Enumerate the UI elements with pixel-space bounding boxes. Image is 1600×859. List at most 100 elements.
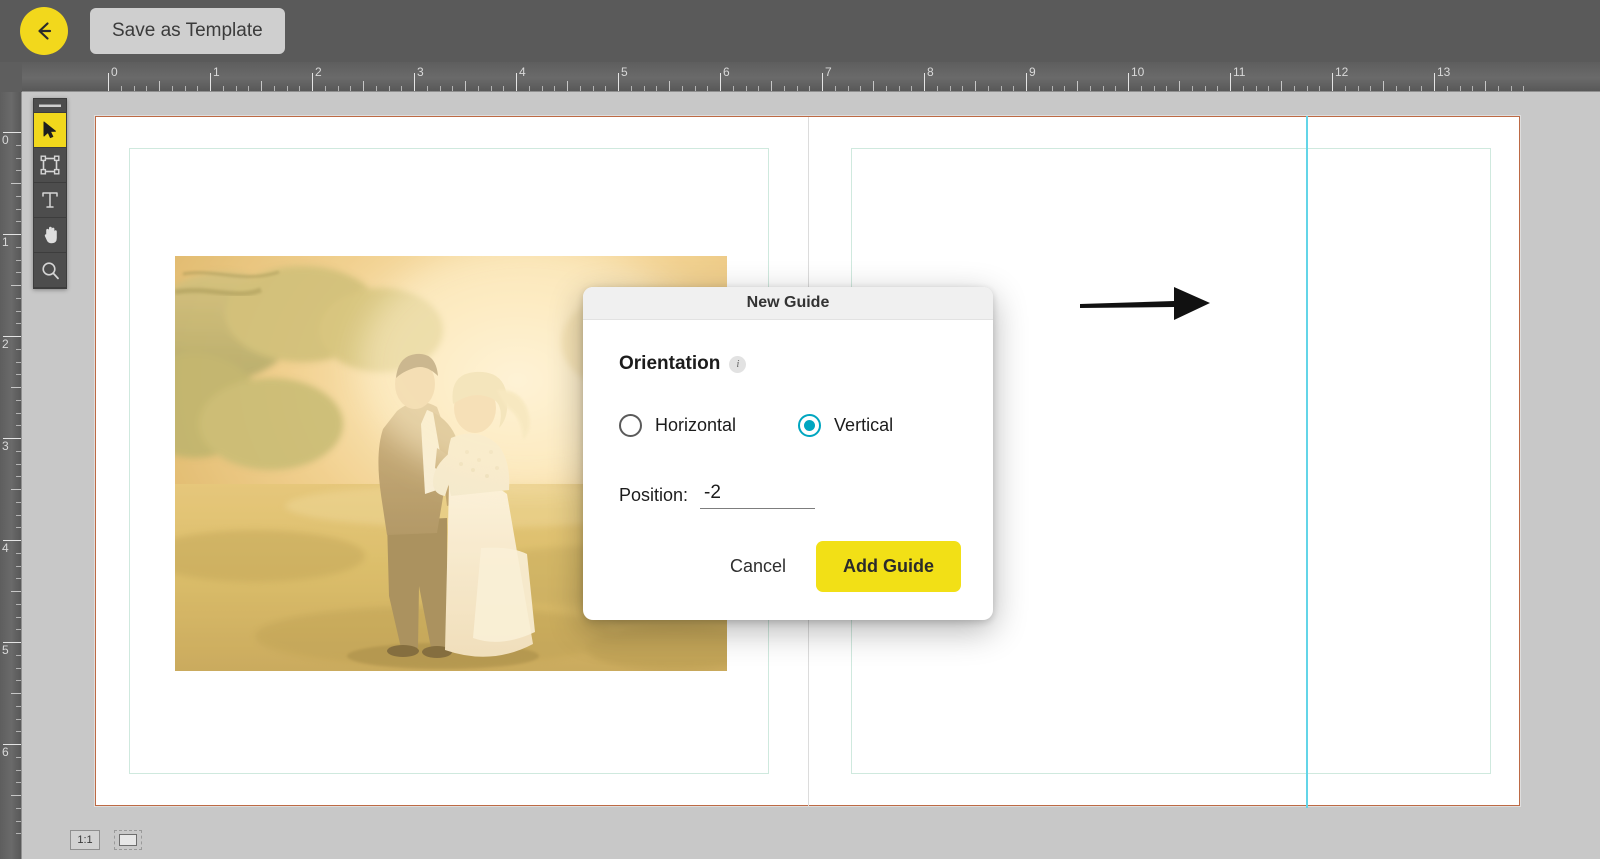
ruler-tick xyxy=(16,603,21,605)
ruler-tick xyxy=(783,86,785,91)
info-icon[interactable]: i xyxy=(729,355,747,373)
ruler-tick xyxy=(261,81,262,91)
ruler-tick xyxy=(1344,86,1346,91)
ruler-tick xyxy=(1459,86,1461,91)
ruler-tick xyxy=(771,81,772,91)
position-input[interactable] xyxy=(700,482,816,509)
toolbar-drag-handle[interactable] xyxy=(34,99,66,113)
radio-vertical-circle[interactable] xyxy=(798,414,822,437)
ruler-tick xyxy=(426,86,428,91)
ruler-tick xyxy=(108,73,109,91)
text-t-icon xyxy=(41,190,59,210)
status-bar: 1:1 xyxy=(22,821,1600,859)
ruler-tick xyxy=(860,86,862,91)
ruler-tick xyxy=(987,86,989,91)
ruler-tick xyxy=(1319,86,1321,91)
transform-tool[interactable] xyxy=(34,148,66,183)
ruler-tick xyxy=(16,731,21,733)
horizontal-ruler[interactable]: 0 1 2 3 4 5 6 7 8 9 10 11 12 13 xyxy=(22,62,1600,92)
ruler-tick xyxy=(16,552,21,554)
ruler-tick xyxy=(643,86,645,91)
ruler-tick xyxy=(465,81,466,91)
cursor-arrow-icon xyxy=(42,121,58,139)
back-button[interactable] xyxy=(20,7,68,55)
ruler-tick xyxy=(452,86,454,91)
ruler-tick xyxy=(1140,86,1142,91)
ruler-label: 1 xyxy=(213,65,220,79)
ruler-tick xyxy=(847,86,849,91)
ruler-label: 2 xyxy=(315,65,322,79)
save-as-template-button[interactable]: Save as Template xyxy=(90,8,285,54)
ruler-tick xyxy=(286,86,288,91)
ruler-tick xyxy=(312,73,313,91)
ruler-label: 13 xyxy=(1437,65,1451,79)
ruler-tick xyxy=(630,86,632,91)
ruler-tick xyxy=(16,833,21,835)
ruler-tick xyxy=(962,86,964,91)
ruler-tick xyxy=(1230,73,1231,91)
ruler-tick xyxy=(924,73,925,91)
ruler-tick xyxy=(618,73,619,91)
ruler-tick xyxy=(11,489,21,490)
ruler-tick xyxy=(16,501,21,503)
add-guide-button[interactable]: Add Guide xyxy=(816,541,961,592)
ruler-label: 4 xyxy=(2,541,9,555)
vertical-ruler[interactable]: 0 1 2 3 4 5 6 xyxy=(0,92,22,859)
ruler-tick xyxy=(809,86,811,91)
ruler-tick xyxy=(592,86,594,91)
ruler-tick xyxy=(745,86,747,91)
ruler-label: 10 xyxy=(1131,65,1145,79)
ruler-tick xyxy=(159,81,160,91)
zoom-tool[interactable] xyxy=(34,253,66,288)
ruler-tick xyxy=(16,463,21,465)
ruler-tick xyxy=(248,86,250,91)
ruler-tick xyxy=(707,86,709,91)
ruler-tick xyxy=(171,86,173,91)
radio-option-vertical[interactable]: Vertical xyxy=(798,414,893,437)
cancel-button[interactable]: Cancel xyxy=(718,546,798,587)
ruler-tick xyxy=(681,86,683,91)
ruler-tick xyxy=(1115,86,1117,91)
ruler-tick xyxy=(1408,86,1410,91)
ruler-label: 5 xyxy=(2,643,9,657)
ruler-tick xyxy=(299,86,301,91)
position-label: Position: xyxy=(619,485,689,505)
ruler-tick xyxy=(1383,81,1384,91)
ruler-tick xyxy=(16,527,21,529)
pan-tool[interactable] xyxy=(34,218,66,253)
ruler-tick xyxy=(16,144,21,146)
zoom-level-button[interactable]: 1:1 xyxy=(70,830,100,850)
ruler-label: 11 xyxy=(1233,65,1246,79)
ruler-tick xyxy=(414,73,415,91)
select-tool[interactable] xyxy=(34,113,66,148)
radio-horizontal-circle[interactable] xyxy=(619,414,642,437)
ruler-tick xyxy=(822,73,823,91)
spread-view-icon[interactable] xyxy=(114,830,142,850)
text-tool[interactable] xyxy=(34,183,66,218)
ruler-tick xyxy=(1485,81,1486,91)
ruler-tick xyxy=(16,667,21,669)
ruler-tick xyxy=(401,86,403,91)
ruler-tick xyxy=(16,718,21,720)
ruler-tick xyxy=(528,86,530,91)
new-guide-dialog[interactable]: New Guide Orientation i Horizontal Verti… xyxy=(583,287,993,620)
vertical-guide-line[interactable] xyxy=(1306,116,1308,808)
ruler-tick xyxy=(1089,86,1091,91)
ruler-tick xyxy=(1395,86,1397,91)
orientation-field-header: Orientation i xyxy=(619,353,957,375)
ruler-tick xyxy=(541,86,543,91)
ruler-tick xyxy=(834,86,836,91)
ruler-tick xyxy=(11,795,21,796)
ruler-tick xyxy=(363,81,364,91)
ruler-tick xyxy=(1306,86,1308,91)
ruler-tick xyxy=(16,476,21,478)
ruler-tick xyxy=(1013,86,1015,91)
orientation-label: Orientation xyxy=(619,353,721,374)
ruler-tick xyxy=(16,514,21,516)
dialog-title-bar[interactable]: New Guide xyxy=(583,287,993,320)
radio-option-horizontal[interactable]: Horizontal xyxy=(619,414,736,437)
tools-palette[interactable] xyxy=(33,98,67,289)
ruler-label: 3 xyxy=(2,439,9,453)
ruler-tick xyxy=(1510,86,1512,91)
ruler-tick xyxy=(120,86,122,91)
